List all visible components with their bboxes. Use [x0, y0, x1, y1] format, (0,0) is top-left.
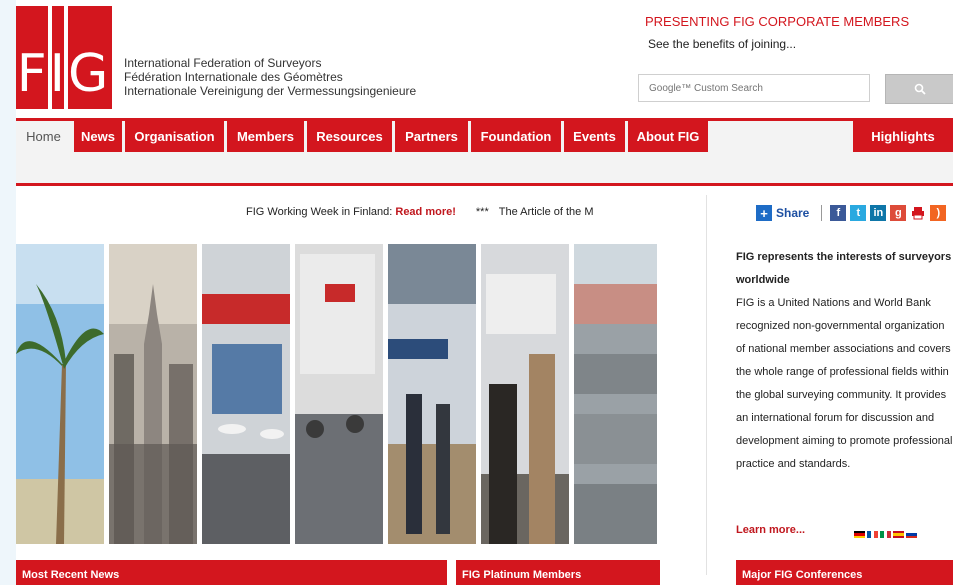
twitter-icon[interactable]: t — [850, 205, 867, 221]
nav-item-news[interactable]: News — [74, 121, 122, 152]
share-divider — [821, 205, 823, 221]
learn-more-link[interactable]: Learn more... — [736, 524, 805, 536]
nav-bar: Home News Organisation Members Resources… — [16, 121, 711, 155]
flag-fr-icon[interactable] — [867, 531, 879, 538]
flag-it-icon[interactable] — [880, 531, 892, 538]
corporate-members-link[interactable]: PRESENTING FIG CORPORATE MEMBERS — [645, 14, 909, 29]
nav-item-members[interactable]: Members — [227, 121, 304, 152]
google-plus-icon[interactable]: g — [890, 205, 907, 221]
nav-item-about-fig[interactable]: About FIG — [628, 121, 708, 152]
ticker-read-more-link[interactable]: Read more! — [395, 206, 456, 218]
rss-icon[interactable]: ) — [930, 205, 947, 221]
news-ticker: FIG Working Week in Finland: Read more! *… — [246, 206, 661, 218]
nav-item-highlights[interactable]: Highlights — [853, 121, 953, 152]
photo-memorial — [574, 244, 657, 544]
photo-exhibition-booth — [202, 244, 290, 544]
photo-esri-stand — [481, 244, 569, 544]
linkedin-icon[interactable]: in — [870, 205, 887, 221]
flag-ru-icon[interactable] — [906, 531, 917, 538]
about-body: FIG is a United Nations and World Bank r… — [736, 297, 953, 470]
fig-logo[interactable]: FIG — [16, 6, 112, 109]
major-conferences-header: Major FIG Conferences — [736, 560, 953, 585]
org-name-french: Fédération Internationale des Géomètres — [124, 70, 343, 84]
photo-trimble-stand — [388, 244, 476, 544]
org-name-german: Internationale Vereinigung der Vermessun… — [124, 84, 417, 98]
photo-leica-stand — [295, 244, 383, 544]
nav-item-foundation[interactable]: Foundation — [471, 121, 561, 152]
org-name-english: International Federation of Surveyors — [124, 56, 322, 70]
about-heading: FIG represents the interests of surveyor… — [736, 251, 952, 286]
flag-de-icon[interactable] — [854, 531, 865, 538]
nav-item-partners[interactable]: Partners — [395, 121, 468, 152]
ticker-text: FIG Working Week in Finland: — [246, 206, 396, 218]
photo-palm-tree — [16, 244, 104, 544]
most-recent-news-header: Most Recent News — [16, 560, 447, 585]
photo-slider[interactable] — [16, 244, 657, 544]
share-bar: + Share f t in g ) — [756, 203, 947, 223]
corporate-benefits-text[interactable]: See the benefits of joining... — [648, 37, 796, 51]
platinum-members-header: FIG Platinum Members — [456, 560, 660, 585]
logo-text: FIG — [16, 44, 112, 104]
share-plus-icon[interactable]: + — [756, 205, 772, 221]
page: FIG International Federation of Surveyor… — [16, 0, 953, 585]
search-button[interactable] — [885, 74, 953, 104]
column-divider — [706, 195, 707, 575]
photo-city-skyline — [109, 244, 197, 544]
organisation-names: International Federation of Surveyors Fé… — [124, 56, 416, 98]
search-icon — [914, 83, 926, 95]
nav-item-resources[interactable]: Resources — [307, 121, 392, 152]
facebook-icon[interactable]: f — [830, 205, 847, 221]
main-navigation: Home News Organisation Members Resources… — [16, 118, 953, 186]
share-label[interactable]: Share — [776, 206, 809, 220]
ticker-next-item[interactable]: The Article of the M — [499, 206, 594, 218]
nav-item-organisation[interactable]: Organisation — [125, 121, 224, 152]
flag-es-icon[interactable] — [893, 531, 904, 538]
about-fig-box: FIG represents the interests of surveyor… — [736, 246, 953, 476]
language-flags — [854, 531, 917, 538]
search-input[interactable] — [638, 74, 870, 102]
ticker-separator: *** — [475, 206, 489, 218]
nav-item-home[interactable]: Home — [16, 121, 71, 152]
nav-item-events[interactable]: Events — [564, 121, 625, 152]
print-icon[interactable] — [910, 205, 927, 221]
